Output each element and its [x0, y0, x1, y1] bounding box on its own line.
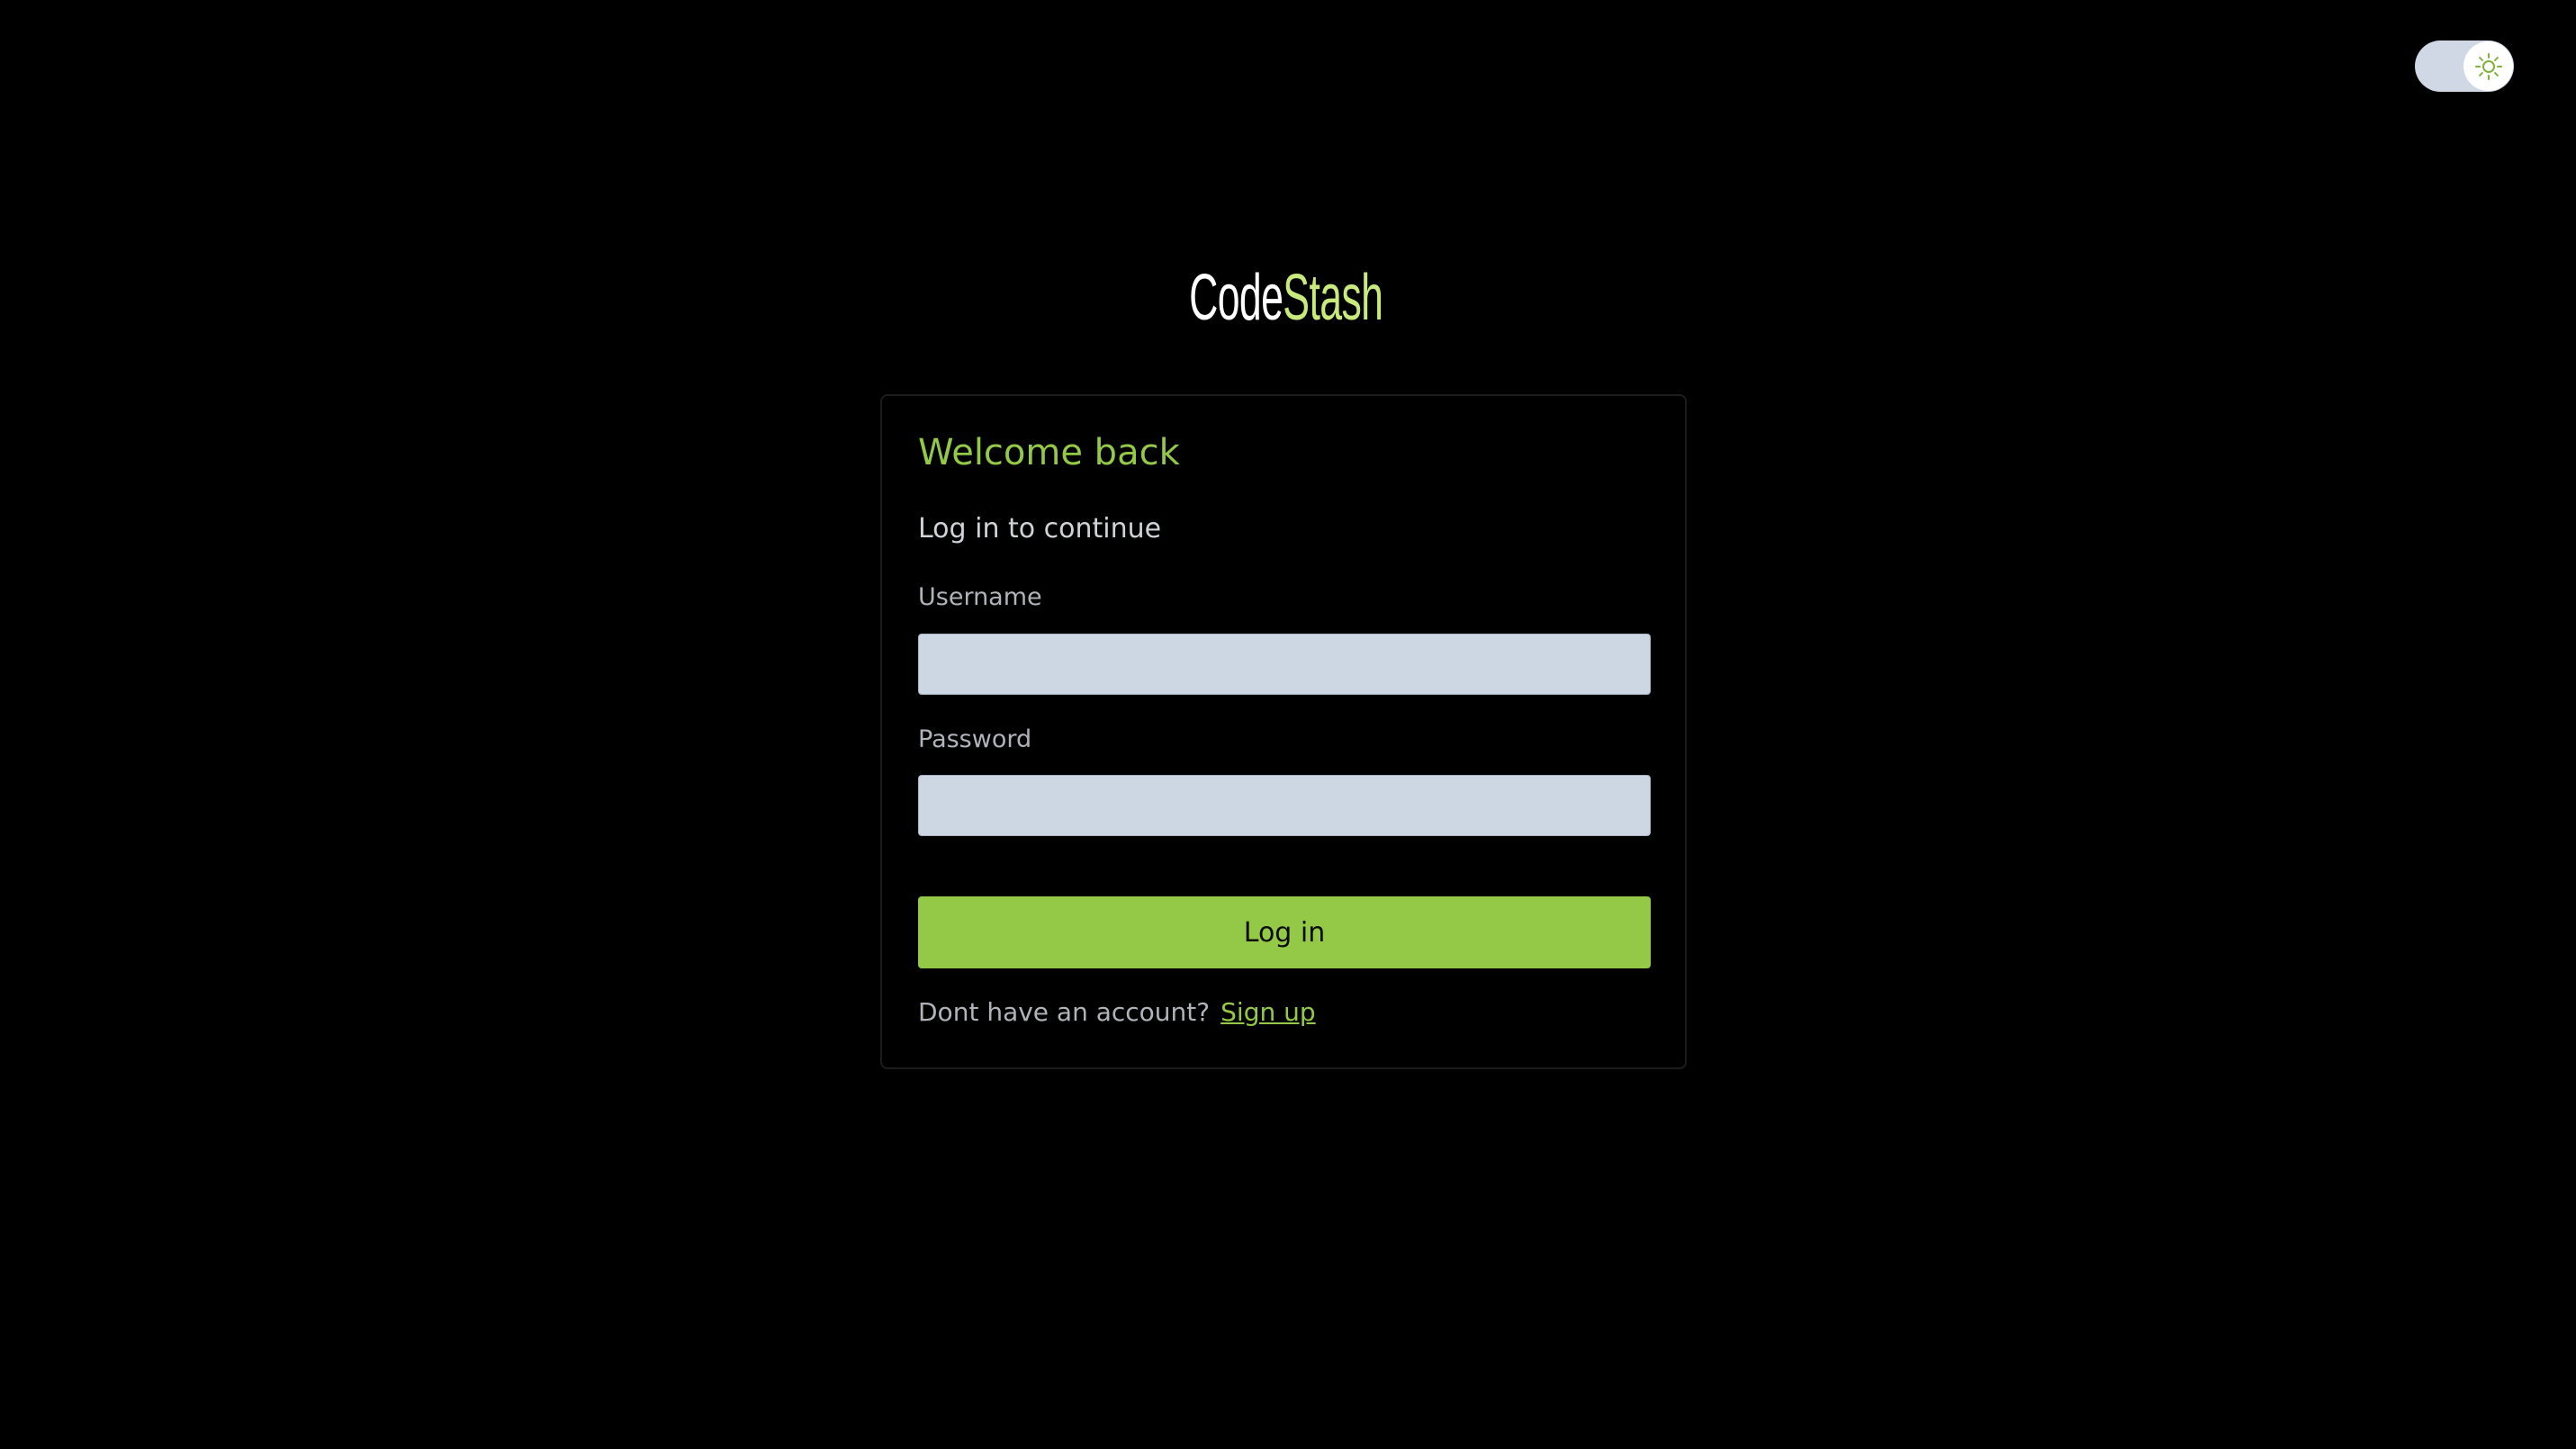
toggle-knob[interactable]: [2463, 41, 2513, 91]
login-page: CodeStash Welcome back Log in to continu…: [0, 0, 2576, 1449]
login-card: Welcome back Log in to continue Username…: [880, 394, 1687, 1069]
username-label: Username: [918, 583, 1042, 611]
password-input[interactable]: [918, 775, 1651, 836]
signup-prompt: Dont have an account?: [918, 997, 1211, 1027]
password-label: Password: [918, 725, 1032, 753]
logo-text-code: Code: [1189, 262, 1283, 334]
sun-icon: [2474, 52, 2502, 80]
username-input[interactable]: [918, 634, 1651, 695]
theme-toggle[interactable]: [2415, 40, 2514, 92]
login-button[interactable]: Log in: [918, 896, 1651, 968]
signup-link[interactable]: Sign up: [1220, 997, 1316, 1027]
logo-text-stash: Stash: [1283, 262, 1383, 334]
app-logo: CodeStash: [488, 257, 2085, 338]
card-title: Welcome back: [918, 432, 1180, 473]
signup-row: Dont have an account? Sign up: [918, 997, 1316, 1027]
card-subtitle: Log in to continue: [918, 513, 1162, 544]
